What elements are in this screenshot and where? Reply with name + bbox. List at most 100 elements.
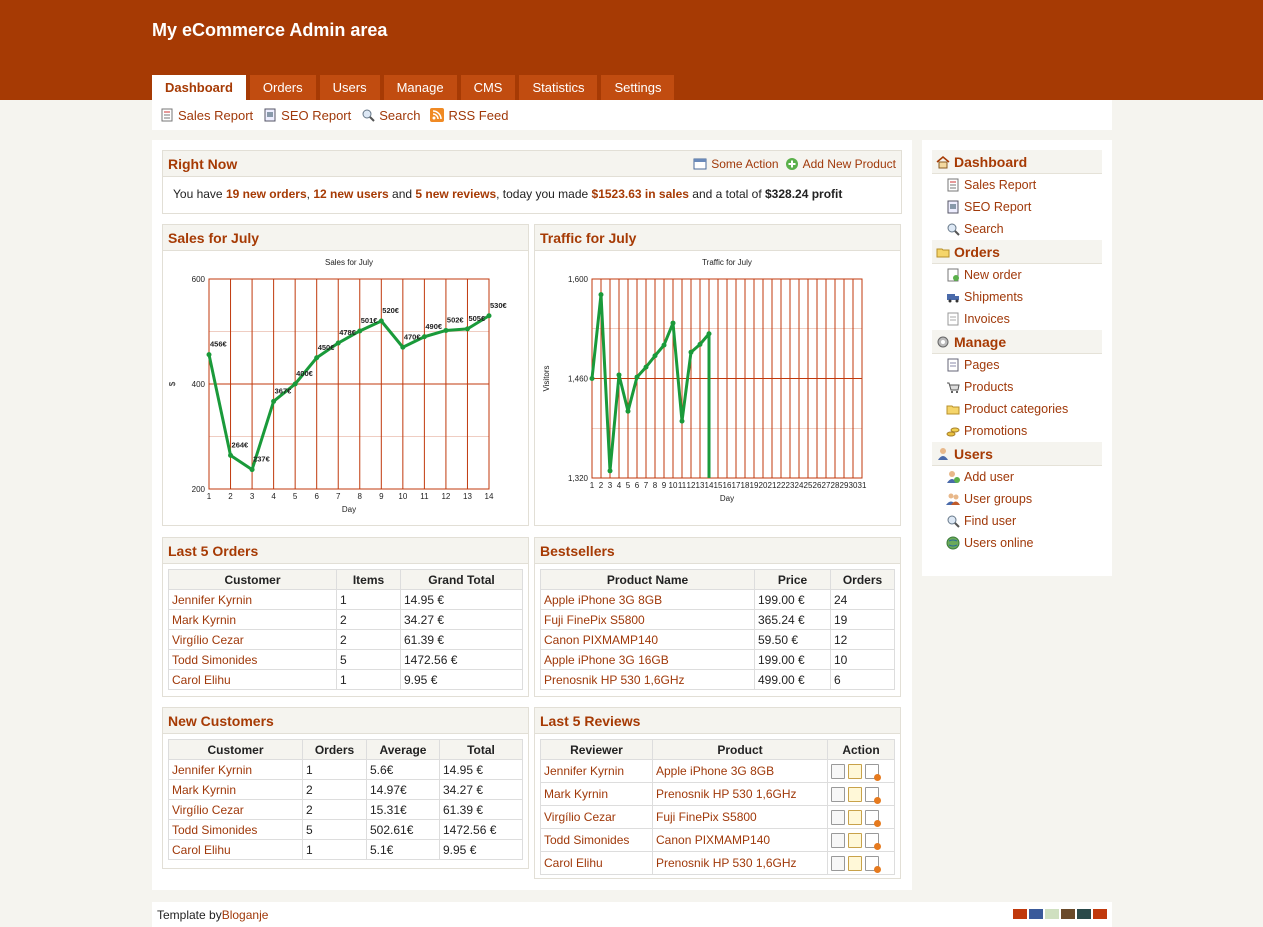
edit-icon[interactable] (848, 832, 862, 848)
sidebar-heading[interactable]: Dashboard (932, 150, 1102, 174)
view-icon[interactable] (831, 763, 845, 779)
customer-link[interactable]: Jennifer Kyrnin (168, 759, 303, 780)
tab-orders[interactable]: Orders (249, 75, 316, 100)
color-swatch[interactable] (1093, 909, 1107, 919)
color-swatch[interactable] (1077, 909, 1091, 919)
new-orders-link[interactable]: 19 new orders (226, 187, 307, 201)
x-tick-label: 31 (858, 481, 867, 490)
sidebar-item-invoices[interactable]: Invoices (932, 308, 1102, 330)
view-icon[interactable] (831, 786, 845, 802)
table-row: Jennifer Kyrnin Apple iPhone 3G 8GB (540, 759, 895, 783)
report-icon (161, 108, 173, 122)
customer-link[interactable]: Todd Simonides (168, 649, 337, 670)
new-reviews-link[interactable]: 5 new reviews (415, 187, 496, 201)
new-users-link[interactable]: 12 new users (313, 187, 388, 201)
tab-settings[interactable]: Settings (601, 75, 675, 100)
x-tick-label: 3 (608, 481, 613, 490)
sidebar-item-users-online[interactable]: Users online (932, 532, 1102, 554)
some-action-button[interactable]: Some Action (693, 157, 779, 171)
product-link[interactable]: Apple iPhone 3G 8GB (652, 759, 828, 783)
main-content: Right Now Some Action Add New Product Yo… (152, 140, 912, 890)
sidebar-item-user-groups[interactable]: User groups (932, 488, 1102, 510)
sidebar-item-promotions[interactable]: Promotions (932, 420, 1102, 442)
edit-icon[interactable] (848, 763, 862, 779)
y-axis-label: Visitors (542, 365, 551, 391)
delete-icon[interactable] (865, 809, 881, 827)
new-customers-panel: New Customers Customer Orders Average Total… (162, 707, 529, 869)
table-row: Apple iPhone 3G 8GB 199.00 €24 (540, 589, 895, 610)
sidebar-heading[interactable]: Users (932, 442, 1102, 466)
product-link[interactable]: Prenosnik HP 530 1,6GHz (652, 851, 828, 875)
delete-icon[interactable] (865, 855, 881, 873)
sidebar-item-product-categories[interactable]: Product categories (932, 398, 1102, 420)
sidebar-section-manage: Manage Pages Products Product categories Pro… (932, 330, 1102, 442)
traffic-data-point (679, 418, 685, 424)
view-icon[interactable] (831, 855, 845, 871)
reviewer-link[interactable]: Mark Kyrnin (540, 782, 653, 806)
customer-link[interactable]: Carol Elihu (168, 839, 303, 860)
product-link[interactable]: Fuji FinePix S5800 (652, 805, 828, 829)
sidebar-item-shipments[interactable]: Shipments (932, 286, 1102, 308)
product-link[interactable]: Prenosnik HP 530 1,6GHz (540, 669, 755, 690)
reviewer-link[interactable]: Todd Simonides (540, 828, 653, 852)
sidebar-item-products[interactable]: Products (932, 376, 1102, 398)
y-tick-label: 1,460 (568, 375, 589, 384)
y-tick-label: 1,320 (568, 474, 589, 483)
reviewer-link[interactable]: Carol Elihu (540, 851, 653, 875)
color-swatch[interactable] (1029, 909, 1043, 919)
subnav-rss-feed[interactable]: RSS Feed (430, 108, 508, 123)
customer-link[interactable]: Carol Elihu (168, 669, 337, 690)
reviewer-link[interactable]: Virgílio Cezar (540, 805, 653, 829)
color-swatch[interactable] (1061, 909, 1075, 919)
product-link[interactable]: Canon PIXMAMP140 (652, 828, 828, 852)
product-link[interactable]: Apple iPhone 3G 8GB (540, 589, 755, 610)
subnav-sales-report[interactable]: Sales Report (160, 108, 253, 123)
sidebar-item-search[interactable]: Search (932, 218, 1102, 240)
sidebar-heading[interactable]: Manage (932, 330, 1102, 354)
tab-manage[interactable]: Manage (383, 75, 457, 100)
edit-icon[interactable] (848, 786, 862, 802)
customer-link[interactable]: Virgílio Cezar (168, 629, 337, 650)
customer-link[interactable]: Todd Simonides (168, 819, 303, 840)
right-now-panel: Right Now Some Action Add New Product Yo… (162, 150, 902, 214)
table-row: Carol Elihu Prenosnik HP 530 1,6GHz (540, 851, 895, 875)
sidebar-item-sales-report[interactable]: Sales Report (932, 174, 1102, 196)
sidebar-item-seo-report[interactable]: SEO Report (932, 196, 1102, 218)
sidebar-item-pages[interactable]: Pages (932, 354, 1102, 376)
subnav-seo-report[interactable]: SEO Report (263, 108, 351, 123)
delete-icon[interactable] (865, 763, 881, 781)
sales-link[interactable]: $1523.63 in sales (592, 187, 689, 201)
delete-icon[interactable] (865, 786, 881, 804)
view-icon[interactable] (831, 832, 845, 848)
tab-users[interactable]: Users (319, 75, 380, 100)
sidebar-heading[interactable]: Orders (932, 240, 1102, 264)
footer-link[interactable]: Bloganje (222, 908, 269, 922)
sidebar-item-new-order[interactable]: New order (932, 264, 1102, 286)
x-tick-label: 9 (662, 481, 667, 490)
customer-link[interactable]: Mark Kyrnin (168, 779, 303, 800)
product-link[interactable]: Canon PIXMAMP140 (540, 629, 755, 650)
customer-link[interactable]: Mark Kyrnin (168, 609, 337, 630)
sidebar-item-find-user[interactable]: Find user (932, 510, 1102, 532)
sales-data-label: 264€ (232, 440, 250, 449)
tab-dashboard[interactable]: Dashboard (152, 75, 246, 100)
delete-icon[interactable] (865, 832, 881, 850)
customer-link[interactable]: Virgílio Cezar (168, 799, 303, 820)
tab-cms[interactable]: CMS (460, 75, 516, 100)
product-link[interactable]: Apple iPhone 3G 16GB (540, 649, 755, 670)
reviewer-link[interactable]: Jennifer Kyrnin (540, 759, 653, 783)
product-link[interactable]: Fuji FinePix S5800 (540, 609, 755, 630)
view-icon[interactable] (831, 809, 845, 825)
add-new-product-button[interactable]: Add New Product (785, 157, 896, 171)
color-swatch[interactable] (1013, 909, 1027, 919)
sales-data-point (335, 340, 341, 346)
subnav-search[interactable]: Search (361, 108, 420, 123)
customer-link[interactable]: Jennifer Kyrnin (168, 589, 337, 610)
tab-statistics[interactable]: Statistics (519, 75, 598, 100)
sidebar-item-add-user[interactable]: Add user (932, 466, 1102, 488)
product-link[interactable]: Prenosnik HP 530 1,6GHz (652, 782, 828, 806)
edit-icon[interactable] (848, 809, 862, 825)
edit-icon[interactable] (848, 855, 862, 871)
color-swatch[interactable] (1045, 909, 1059, 919)
sales-data-label: 470€ (404, 332, 422, 341)
